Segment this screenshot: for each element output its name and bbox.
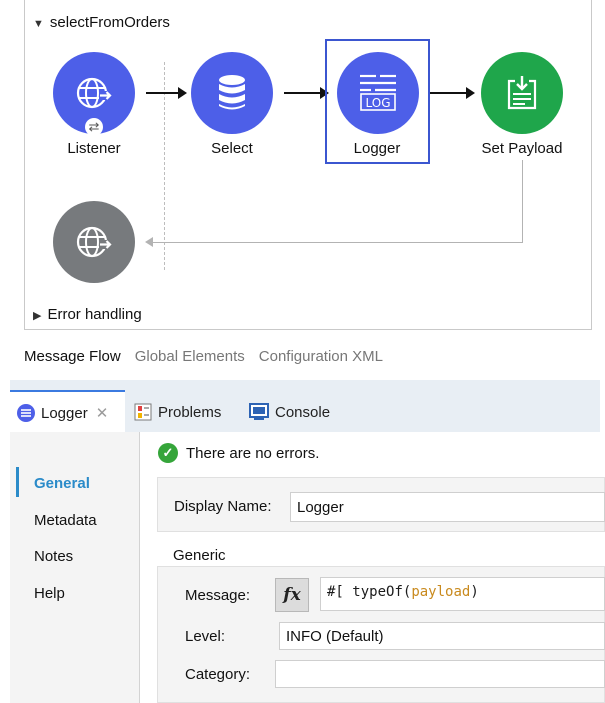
flow-name: selectFromOrders bbox=[49, 14, 170, 31]
flow-arrow bbox=[430, 92, 467, 94]
set-payload-node[interactable] bbox=[481, 52, 563, 134]
display-name-label: Display Name: bbox=[174, 498, 272, 515]
category-label: Category: bbox=[185, 666, 251, 683]
tab-console[interactable]: Console bbox=[249, 403, 330, 421]
expr-function: typeOf( bbox=[352, 584, 412, 600]
log-icon-text: LOG bbox=[365, 96, 390, 110]
nav-general[interactable]: General bbox=[34, 475, 90, 492]
arrow-head-icon bbox=[466, 87, 475, 99]
error-handling-label: Error handling bbox=[47, 306, 142, 323]
problems-icon bbox=[134, 403, 152, 421]
expr-suffix: ) bbox=[470, 584, 479, 600]
tab-console-label: Console bbox=[275, 403, 331, 421]
expr-argument: payload bbox=[411, 584, 471, 600]
logger-tab-icon bbox=[17, 404, 35, 422]
validation-status: ✓ There are no errors. bbox=[158, 443, 319, 463]
tab-logger-label: Logger bbox=[41, 404, 88, 422]
display-name-field[interactable]: Logger bbox=[290, 492, 605, 522]
response-node[interactable] bbox=[53, 201, 135, 283]
nav-metadata[interactable]: Metadata bbox=[34, 512, 97, 529]
flow-canvas bbox=[24, 0, 592, 330]
fx-toggle-button[interactable]: fx bbox=[275, 578, 309, 612]
listener-label: Listener bbox=[67, 140, 121, 157]
logger-label: Logger bbox=[353, 140, 401, 157]
set-payload-label: Set Payload bbox=[481, 140, 563, 157]
nav-help[interactable]: Help bbox=[34, 585, 65, 602]
logger-node[interactable]: LOG bbox=[337, 52, 419, 134]
database-icon bbox=[219, 75, 245, 110]
return-path bbox=[522, 160, 523, 242]
tab-problems-label: Problems bbox=[158, 403, 222, 421]
log-icon: LOG bbox=[360, 74, 396, 111]
collapse-triangle-icon[interactable]: ▼ bbox=[33, 18, 44, 30]
return-path bbox=[151, 242, 523, 243]
flow-arrow bbox=[146, 92, 179, 94]
flow-arrow bbox=[284, 92, 321, 94]
tab-configuration-xml[interactable]: Configuration XML bbox=[259, 348, 383, 365]
level-label: Level: bbox=[185, 628, 226, 645]
return-arrow-head-icon bbox=[145, 237, 153, 247]
nav-notes[interactable]: Notes bbox=[34, 548, 73, 565]
globe-icon bbox=[76, 77, 112, 109]
arrow-head-icon bbox=[178, 87, 187, 99]
generic-section-title: Generic bbox=[173, 547, 226, 564]
globe-icon bbox=[76, 226, 112, 258]
tab-logger[interactable]: Logger ✕ bbox=[10, 390, 125, 434]
message-label: Message: bbox=[185, 587, 251, 604]
category-field[interactable] bbox=[275, 660, 605, 688]
expand-triangle-icon[interactable]: ▶ bbox=[33, 310, 41, 322]
set-payload-icon bbox=[507, 76, 537, 110]
close-icon[interactable]: ✕ bbox=[96, 404, 109, 422]
check-icon: ✓ bbox=[158, 443, 178, 463]
select-label: Select bbox=[211, 140, 253, 157]
tab-problems[interactable]: Problems bbox=[134, 403, 221, 421]
console-icon bbox=[249, 403, 269, 421]
editor-view-tabs: Message Flow Global Elements Configurati… bbox=[24, 348, 383, 365]
status-text: There are no errors. bbox=[186, 444, 320, 462]
properties-nav: General Metadata Notes Help bbox=[10, 432, 140, 703]
select-node[interactable] bbox=[191, 52, 273, 134]
flow-header[interactable]: ▼ selectFromOrders bbox=[33, 14, 170, 31]
error-handling-section[interactable]: ▶ Error handling bbox=[33, 306, 142, 323]
connector-exchange-icon: ⇄ bbox=[85, 118, 103, 136]
tab-message-flow[interactable]: Message Flow bbox=[24, 348, 121, 365]
nav-active-indicator bbox=[16, 467, 19, 497]
tab-global-elements[interactable]: Global Elements bbox=[135, 348, 245, 365]
level-select[interactable]: INFO (Default) bbox=[279, 622, 605, 650]
expr-prefix: #[ bbox=[327, 584, 353, 600]
message-expression-field[interactable]: #[ typeOf(payload) bbox=[320, 577, 605, 611]
